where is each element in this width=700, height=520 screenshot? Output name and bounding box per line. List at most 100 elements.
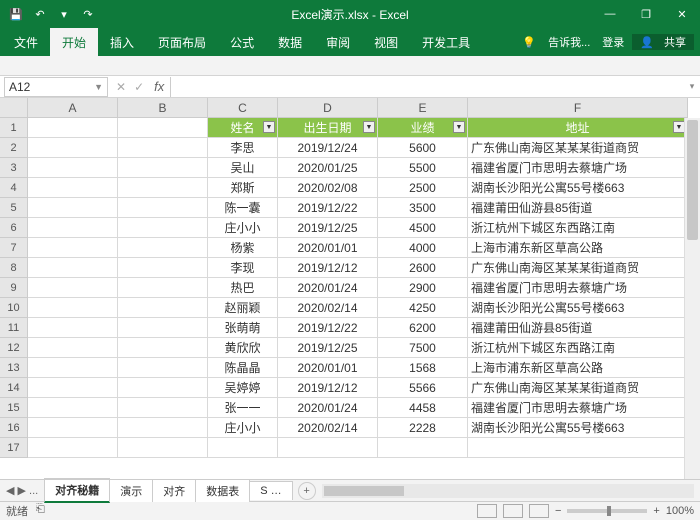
close-button[interactable]: ✕ <box>664 0 700 28</box>
data-cell[interactable]: 1568 <box>378 358 468 378</box>
row-header-16[interactable]: 16 <box>0 418 28 438</box>
data-cell[interactable]: 2900 <box>378 278 468 298</box>
data-cell[interactable] <box>28 178 118 198</box>
minimize-button[interactable]: — <box>592 0 628 28</box>
data-cell[interactable]: 7500 <box>378 338 468 358</box>
data-cell[interactable]: 李思 <box>208 138 278 158</box>
data-cell[interactable]: 吴山 <box>208 158 278 178</box>
data-cell[interactable] <box>28 218 118 238</box>
sheet-nav[interactable]: ◀ ▶ ... <box>0 484 44 497</box>
row-header-1[interactable]: 1 <box>0 118 28 138</box>
data-cell[interactable]: 热巴 <box>208 278 278 298</box>
header-cell[interactable] <box>118 118 208 138</box>
row-header-15[interactable]: 15 <box>0 398 28 418</box>
data-cell[interactable] <box>118 438 208 458</box>
maximize-button[interactable]: ❐ <box>628 0 664 28</box>
data-cell[interactable]: 4250 <box>378 298 468 318</box>
data-cell[interactable] <box>28 298 118 318</box>
filter-dropdown-icon[interactable]: ▼ <box>363 121 375 133</box>
data-cell[interactable]: 杨紫 <box>208 238 278 258</box>
tab-view[interactable]: 视图 <box>362 28 410 57</box>
view-pagebreak-button[interactable] <box>529 504 549 518</box>
data-cell[interactable]: 2600 <box>378 258 468 278</box>
data-cell[interactable] <box>118 398 208 418</box>
column-header-F[interactable]: F <box>468 98 688 118</box>
data-cell[interactable] <box>28 358 118 378</box>
data-cell[interactable]: 浙江杭州下城区东西路江南 <box>468 338 688 358</box>
zoom-slider-thumb[interactable] <box>607 506 611 516</box>
data-cell[interactable] <box>28 318 118 338</box>
data-cell[interactable]: 福建莆田仙游县85街道 <box>468 318 688 338</box>
data-cell[interactable]: 福建省厦门市思明去蔡塘广场 <box>468 158 688 178</box>
data-cell[interactable]: 福建省厦门市思明去蔡塘广场 <box>468 278 688 298</box>
data-cell[interactable] <box>378 438 468 458</box>
data-cell[interactable] <box>28 278 118 298</box>
row-header-5[interactable]: 5 <box>0 198 28 218</box>
fx-button[interactable]: fx <box>148 79 170 94</box>
data-cell[interactable]: 郑斯 <box>208 178 278 198</box>
sheet-tab-2[interactable]: 对齐 <box>152 479 196 502</box>
formula-expand-icon[interactable]: ▾ <box>684 81 700 92</box>
tab-review[interactable]: 审阅 <box>314 28 362 57</box>
redo-icon[interactable]: ↷ <box>78 4 98 24</box>
tab-data[interactable]: 数据 <box>266 28 314 57</box>
data-cell[interactable]: 2020/01/01 <box>278 238 378 258</box>
row-header-6[interactable]: 6 <box>0 218 28 238</box>
data-cell[interactable] <box>28 258 118 278</box>
qat-dropdown-icon[interactable]: ▾ <box>54 4 74 24</box>
tab-pagelayout[interactable]: 页面布局 <box>146 28 218 57</box>
data-cell[interactable] <box>118 418 208 438</box>
data-cell[interactable]: 福建省厦门市思明去蔡塘广场 <box>468 398 688 418</box>
data-cell[interactable] <box>118 258 208 278</box>
header-cell[interactable]: 业绩▼ <box>378 118 468 138</box>
header-cell[interactable] <box>28 118 118 138</box>
data-cell[interactable] <box>28 418 118 438</box>
data-cell[interactable]: 2019/12/24 <box>278 138 378 158</box>
row-header-10[interactable]: 10 <box>0 298 28 318</box>
vertical-scrollbar[interactable] <box>684 118 700 479</box>
data-cell[interactable]: 2020/01/24 <box>278 398 378 418</box>
row-header-12[interactable]: 12 <box>0 338 28 358</box>
zoom-in-button[interactable]: + <box>653 505 659 517</box>
column-header-C[interactable]: C <box>208 98 278 118</box>
data-cell[interactable] <box>118 378 208 398</box>
data-cell[interactable]: 2500 <box>378 178 468 198</box>
sheet-tab-3[interactable]: 数据表 <box>195 479 250 502</box>
data-cell[interactable]: 张一一 <box>208 398 278 418</box>
row-header-3[interactable]: 3 <box>0 158 28 178</box>
data-cell[interactable] <box>28 338 118 358</box>
data-cell[interactable]: 庄小小 <box>208 418 278 438</box>
cancel-icon[interactable]: ✕ <box>112 80 130 94</box>
data-cell[interactable] <box>118 138 208 158</box>
data-cell[interactable] <box>118 178 208 198</box>
view-normal-button[interactable] <box>477 504 497 518</box>
tab-home[interactable]: 开始 <box>50 28 98 57</box>
header-cell[interactable]: 地址▼ <box>468 118 688 138</box>
data-cell[interactable]: 广东佛山南海区某某某街道商贸 <box>468 258 688 278</box>
add-sheet-button[interactable]: + <box>298 482 316 500</box>
cells-area[interactable]: 姓名▼出生日期▼业绩▼地址▼李思2019/12/245600广东佛山南海区某某某… <box>28 118 688 458</box>
header-cell[interactable]: 出生日期▼ <box>278 118 378 138</box>
data-cell[interactable]: 4500 <box>378 218 468 238</box>
save-icon[interactable]: 💾 <box>6 4 26 24</box>
horizontal-scrollbar[interactable] <box>322 484 694 498</box>
data-cell[interactable]: 2020/01/25 <box>278 158 378 178</box>
filter-dropdown-icon[interactable]: ▼ <box>453 121 465 133</box>
data-cell[interactable]: 2019/12/22 <box>278 198 378 218</box>
data-cell[interactable]: 4458 <box>378 398 468 418</box>
formula-bar[interactable] <box>170 77 684 97</box>
data-cell[interactable]: 2019/12/25 <box>278 218 378 238</box>
select-all-corner[interactable] <box>0 98 28 118</box>
filter-dropdown-icon[interactable]: ▼ <box>263 121 275 133</box>
hscroll-thumb[interactable] <box>324 486 404 496</box>
data-cell[interactable]: 陈晶晶 <box>208 358 278 378</box>
sheet-tab-1[interactable]: 演示 <box>109 479 153 502</box>
data-cell[interactable] <box>28 378 118 398</box>
tellme-icon[interactable]: 💡 <box>518 36 540 49</box>
tellme-label[interactable]: 告诉我... <box>544 34 594 50</box>
data-cell[interactable] <box>118 238 208 258</box>
data-cell[interactable]: 2020/02/14 <box>278 418 378 438</box>
data-cell[interactable]: 2020/02/14 <box>278 298 378 318</box>
column-header-A[interactable]: A <box>28 98 118 118</box>
data-cell[interactable]: 2020/01/24 <box>278 278 378 298</box>
